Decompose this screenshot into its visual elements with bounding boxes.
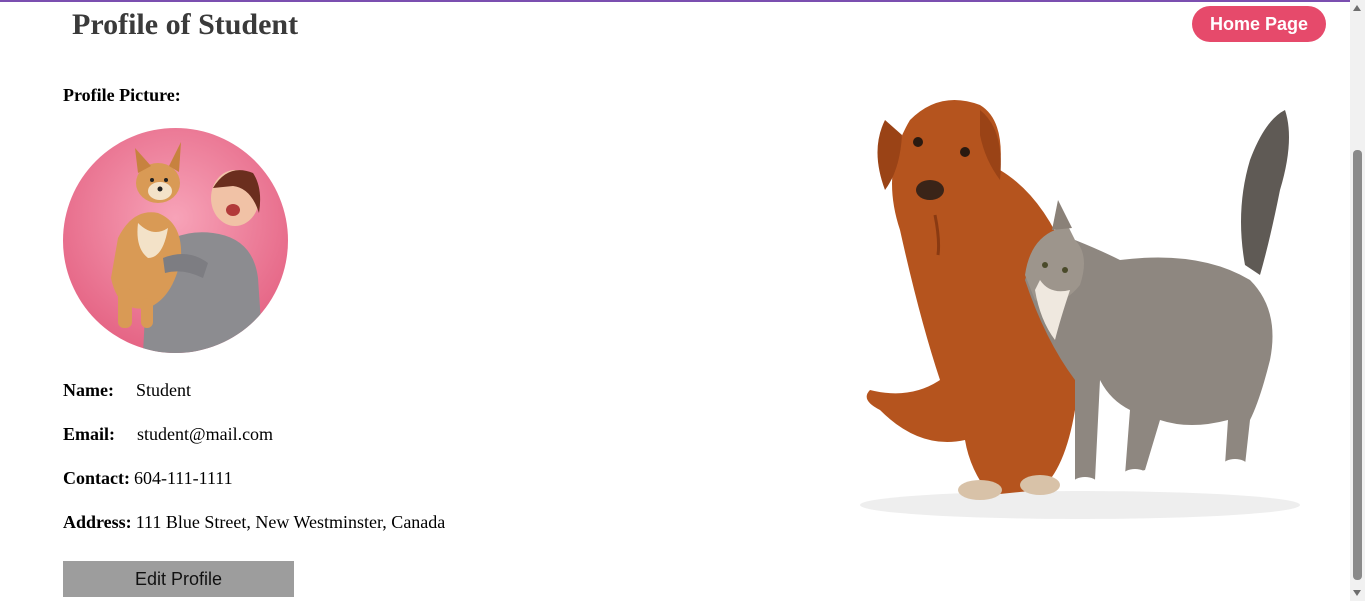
contact-row: Contact: 604-111-1111 xyxy=(63,468,233,489)
address-value: 111 Blue Street, New Westminster, Canada xyxy=(135,512,446,532)
contact-value: 604-111-1111 xyxy=(133,468,233,488)
scroll-down-arrow-icon[interactable] xyxy=(1353,590,1361,596)
profile-picture-label: Profile Picture: xyxy=(63,85,181,105)
scroll-up-arrow-icon[interactable] xyxy=(1353,5,1361,11)
email-row: Email: student@mail.com xyxy=(63,424,273,445)
top-accent-bar xyxy=(0,0,1365,2)
name-value: Student xyxy=(135,380,191,400)
address-row: Address: 111 Blue Street, New Westminster… xyxy=(63,512,445,533)
name-label: Name: xyxy=(63,380,114,400)
profile-avatar xyxy=(63,128,288,353)
address-label: Address: xyxy=(63,512,132,532)
name-row: Name: Student xyxy=(63,380,191,401)
email-label: Email: xyxy=(63,424,115,444)
email-value: student@mail.com xyxy=(137,424,274,444)
scroll-thumb[interactable] xyxy=(1353,150,1362,580)
contact-label: Contact: xyxy=(63,468,130,488)
dog-and-cat-image xyxy=(860,100,1300,519)
edit-profile-button[interactable]: Edit Profile xyxy=(63,561,294,597)
home-page-button[interactable]: Home Page xyxy=(1192,6,1326,42)
vertical-scrollbar[interactable] xyxy=(1350,0,1365,601)
page-title: Profile of Student xyxy=(72,8,299,41)
